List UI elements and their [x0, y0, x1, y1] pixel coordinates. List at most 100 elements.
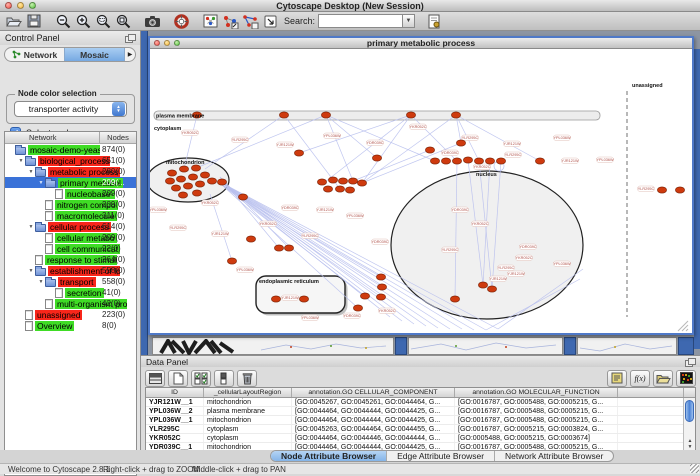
network-node[interactable] [284, 245, 293, 251]
table-row[interactable]: YKR052Ccytoplasm[GO:0044464, GO:0044446,… [146, 434, 695, 443]
zoom-out-icon[interactable] [53, 13, 73, 30]
resize-grip[interactable] [690, 464, 699, 473]
network-node[interactable] [165, 178, 174, 184]
tree-row[interactable]: ▼transport558(0) [5, 276, 136, 287]
network-node[interactable] [200, 172, 209, 178]
network-node[interactable] [195, 181, 204, 187]
network-node[interactable] [376, 274, 385, 280]
attribute-function-icon[interactable]: f(x) [630, 370, 650, 387]
network-node[interactable] [357, 180, 366, 186]
scrollbar-thumb[interactable] [685, 400, 694, 422]
background-window-edge[interactable] [141, 31, 148, 355]
network-node[interactable] [353, 305, 362, 311]
tree-expander-icon[interactable]: ▼ [37, 279, 45, 285]
table-column-header[interactable]: annotation.GO CELLULAR_COMPONENT [292, 388, 455, 397]
network-node[interactable] [279, 112, 288, 118]
network-node[interactable] [496, 158, 505, 164]
network-node[interactable] [294, 150, 303, 156]
zoom-selected-icon[interactable] [93, 13, 113, 30]
tree-expander-icon[interactable]: ▼ [27, 224, 35, 230]
zoom-fit-icon[interactable] [113, 13, 133, 30]
network-node[interactable] [178, 192, 187, 198]
network-node[interactable] [487, 286, 496, 292]
background-window-sliver[interactable] [408, 337, 563, 355]
network-node[interactable] [192, 190, 201, 196]
network-node[interactable] [485, 158, 494, 164]
tree-expander-icon[interactable]: ▼ [27, 169, 35, 175]
search-input[interactable] [318, 14, 402, 28]
network-node[interactable] [675, 187, 684, 193]
tab-edge-attribute-browser[interactable]: Edge Attribute Browser [387, 451, 495, 461]
tree-row[interactable]: ▼biological_process651(0) [5, 155, 136, 166]
network-node[interactable] [345, 187, 354, 193]
tree-header[interactable]: Network Nodes [5, 132, 136, 144]
tree-row[interactable]: Overview8(0) [5, 320, 136, 331]
network-node[interactable] [441, 158, 450, 164]
network-node[interactable] [323, 186, 332, 192]
network-node[interactable] [348, 178, 357, 184]
tree-row[interactable]: multi-organism pro42(0) [5, 298, 136, 309]
background-window-sliver[interactable] [152, 337, 394, 355]
heatmap-matrix-icon[interactable] [676, 370, 696, 387]
tree-row[interactable]: cell communicat22(0) [5, 243, 136, 254]
network-node[interactable] [183, 183, 192, 189]
tree-row[interactable]: ▼cellular process614(0) [5, 221, 136, 232]
network-node[interactable] [176, 176, 185, 182]
network-window-titlebar[interactable]: primary metabolic process [150, 38, 692, 49]
tab-network-attribute-browser[interactable]: Network Attribute Browser [495, 451, 613, 461]
tree-expander-icon[interactable]: ▼ [17, 158, 25, 164]
network-node[interactable] [376, 294, 385, 300]
tree-row[interactable]: ▼establishment of lo558(0) [5, 265, 136, 276]
network-node[interactable] [299, 296, 308, 302]
network-view-window[interactable]: primary metabolic process YKR052CYLR295C… [148, 36, 694, 335]
network-node[interactable] [425, 147, 434, 153]
network-node[interactable] [321, 112, 330, 118]
tab-node-attribute-browser[interactable]: Node Attribute Browser [271, 451, 387, 461]
scrollbar-arrows[interactable]: ▲▼ [684, 438, 696, 450]
background-window-corner[interactable] [395, 337, 407, 355]
network-node[interactable] [478, 282, 487, 288]
table-column-header[interactable]: annotation.GO MOLECULAR_FUNCTION [455, 388, 618, 397]
table-row[interactable]: YJR121W__1mitochondrion[GO:0045267, GO:0… [146, 398, 695, 407]
edit-nodes-icon[interactable] [220, 13, 240, 30]
network-canvas[interactable]: YKR052CYLR295CYJR121WYPL036WYDR039CYKR05… [150, 49, 692, 332]
table-column-header[interactable] [618, 388, 684, 397]
tree-row[interactable]: nucleobase-209(0) [5, 188, 136, 199]
table-row[interactable]: YLR295Ccytoplasm[GO:0045263, GO:0044464,… [146, 425, 695, 434]
network-node[interactable] [456, 140, 465, 146]
network-node[interactable] [463, 157, 472, 163]
network-node[interactable] [238, 194, 247, 200]
network-node[interactable] [328, 177, 337, 183]
node-color-dropdown[interactable]: transporter activity ▲▼ [14, 101, 127, 117]
tab-mosaic[interactable]: Mosaic [64, 48, 125, 61]
table-column-header[interactable]: _cellularLayoutRegion [204, 388, 292, 397]
background-window-corner[interactable] [564, 337, 576, 355]
network-node[interactable] [338, 178, 347, 184]
network-node[interactable] [335, 186, 344, 192]
network-node[interactable] [188, 174, 197, 180]
tree-row[interactable]: cellular metabo209(0) [5, 232, 136, 243]
table-column-header[interactable]: ID [146, 388, 204, 397]
zoom-in-icon[interactable] [73, 13, 93, 30]
attribute-table[interactable]: ID_cellularLayoutRegionannotation.GO CEL… [145, 387, 696, 451]
network-node[interactable] [317, 179, 326, 185]
float-data-panel-icon[interactable] [685, 358, 695, 366]
annotation-icon[interactable] [260, 13, 280, 30]
search-dropdown-button[interactable]: ▼ [402, 14, 415, 28]
background-window-sliver[interactable] [577, 337, 677, 355]
compartment-plasma-membrane[interactable] [154, 111, 600, 120]
network-node[interactable] [450, 296, 459, 302]
network-node[interactable] [430, 158, 439, 164]
compartment-nucleus[interactable] [391, 171, 583, 319]
plugin-icon[interactable] [424, 13, 444, 30]
network-node[interactable] [207, 178, 216, 184]
tree-row[interactable]: unassigned223(0) [5, 309, 136, 320]
delete-attribute-icon[interactable] [237, 370, 257, 387]
table-row[interactable]: YPL036W__1mitochondrion[GO:0044464, GO:0… [146, 416, 695, 425]
save-session-icon[interactable] [24, 13, 44, 30]
network-node[interactable] [179, 166, 188, 172]
tree-row[interactable]: response to stimulu264(0) [5, 254, 136, 265]
network-node[interactable] [657, 187, 666, 193]
background-window-corner[interactable] [678, 337, 694, 355]
attribute-notes-icon[interactable] [607, 370, 627, 387]
